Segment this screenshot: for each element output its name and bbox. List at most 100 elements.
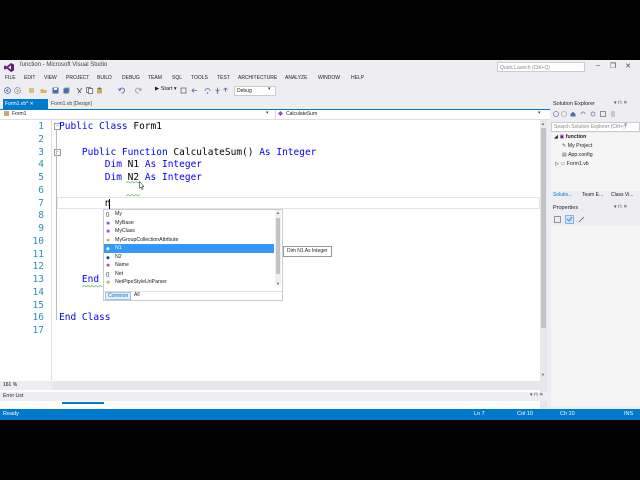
text-cursor [109, 199, 110, 209]
editor-horizontal-scrollbar[interactable] [52, 381, 540, 390]
status-line: Ln 7 [474, 411, 485, 417]
menu-analyze[interactable]: ANALYZE [285, 75, 307, 81]
tree-item-project[interactable]: ◢ ▣ function [554, 134, 586, 140]
status-char: Ch 10 [560, 411, 575, 417]
scroll-up-icon[interactable]: ▲ [276, 210, 280, 215]
completion-item[interactable]: ✱ MyBase [104, 219, 274, 228]
start-debugging-button[interactable]: ▶ Start ▾ [155, 86, 177, 92]
undo-icon[interactable] [118, 87, 125, 94]
tab-class-view[interactable]: Class Vi... [611, 192, 633, 198]
menu-window[interactable]: WINDOW [318, 75, 340, 81]
step-into-icon[interactable] [214, 87, 221, 94]
tab-form1-vb[interactable]: Form1.vb* ✕ [3, 99, 48, 109]
step-out-icon[interactable] [222, 87, 229, 94]
back-icon[interactable] [553, 111, 559, 117]
intellisense-scroll-thumb[interactable] [276, 218, 280, 274]
code-line: n [59, 198, 111, 209]
error-list-title: Error List [0, 392, 550, 401]
new-project-icon[interactable] [28, 87, 35, 94]
code-keyword: Dim [104, 159, 122, 170]
line-number: 16 [32, 312, 44, 323]
completion-item[interactable]: ✱ MyClass [104, 227, 274, 236]
menu-view[interactable]: VIEW [44, 75, 57, 81]
search-icon[interactable]: ⌕ [624, 122, 627, 129]
completion-item-selected[interactable]: ◆ N1 [104, 244, 274, 253]
minimize-button[interactable]: – [592, 62, 604, 69]
zoom-level[interactable]: 161 % [0, 381, 53, 390]
menu-tools[interactable]: TOOLS [191, 75, 208, 81]
completion-item[interactable]: ◆ N2 [104, 253, 274, 262]
scroll-down-icon[interactable]: ▼ [276, 281, 280, 286]
step-over-icon[interactable] [204, 87, 211, 94]
code-line: Dim N1 As Integer [59, 159, 202, 170]
pin-icon[interactable]: ▾ ⊓ ✕ [530, 392, 543, 398]
tab-solution-explorer[interactable]: Solutio... [553, 192, 572, 198]
paste-icon[interactable] [96, 87, 103, 94]
menu-debug[interactable]: DEBUG [122, 75, 140, 81]
maximize-button[interactable]: ❐ [607, 62, 619, 70]
menu-architecture[interactable]: ARCHITECTURE [238, 75, 277, 81]
cut-icon[interactable] [76, 87, 83, 94]
menu-test[interactable]: TEST [217, 75, 230, 81]
code-keyword: Public Class [59, 121, 128, 132]
editor-scroll-thumb[interactable] [541, 128, 546, 328]
completion-item[interactable]: ✱ MyGroupCollectionAttribute [104, 236, 274, 245]
categorized-icon[interactable] [554, 216, 561, 223]
menu-build[interactable]: BUILD [97, 75, 112, 81]
completion-item[interactable]: {} Net [104, 270, 274, 279]
menu-file[interactable]: FILE [5, 75, 16, 81]
attach-icon[interactable] [180, 87, 187, 94]
quick-launch-input[interactable]: Quick Launch (Ctrl+Q) [497, 62, 585, 72]
scroll-down-icon[interactable]: ▼ [541, 372, 545, 377]
forward-icon[interactable] [14, 87, 21, 94]
menu-help[interactable]: HELP [351, 75, 364, 81]
tab-common[interactable]: Common [105, 292, 132, 300]
member-chevron-down-icon[interactable]: ▾ [538, 110, 541, 116]
scroll-up-icon[interactable]: ▲ [541, 121, 545, 126]
class-dropdown[interactable]: Form1 [2, 110, 272, 119]
class-chevron-down-icon[interactable]: ▾ [266, 110, 269, 116]
tab-form1-design[interactable]: Form1.vb [Design] [51, 99, 92, 109]
tree-item-my-project[interactable]: ✎ My Project [562, 143, 592, 149]
code-keyword: End Class [59, 312, 111, 323]
save-all-icon[interactable] [63, 87, 70, 94]
line-number: 8 [38, 210, 44, 221]
open-file-icon[interactable] [40, 87, 47, 94]
property-pages-icon[interactable] [578, 216, 585, 223]
menu-sql[interactable]: SQL [172, 75, 182, 81]
redo-icon[interactable] [135, 87, 142, 94]
sync-icon[interactable] [580, 111, 586, 117]
code-token: Form1 [127, 121, 162, 132]
copy-icon[interactable] [86, 87, 93, 94]
tab-team-explorer[interactable]: Team E... [582, 192, 603, 198]
properties-icon[interactable] [610, 111, 616, 117]
completion-item[interactable]: ✱ NetPipeStyleUriParser [104, 278, 274, 287]
collapse-all-icon[interactable] [600, 111, 606, 117]
alphabetical-icon[interactable] [565, 215, 574, 224]
completion-item[interactable]: ✱ Name [104, 261, 274, 270]
forward-icon[interactable] [561, 111, 567, 117]
code-keyword: As Integer [144, 159, 203, 170]
config-chevron-down-icon[interactable]: ▾ [268, 86, 271, 92]
menu-edit[interactable]: EDIT [24, 75, 35, 81]
member-dropdown[interactable]: CalculateSum [275, 110, 545, 119]
menu-project[interactable]: PROJECT [66, 75, 89, 81]
home-icon[interactable] [570, 111, 576, 117]
tree-item-app-config[interactable]: ▤ App.config [562, 152, 593, 158]
completion-item[interactable]: {} My [104, 210, 274, 219]
nav-backward-icon[interactable] [191, 87, 198, 94]
pin-icon[interactable]: ▾ ⊓ ✕ [614, 204, 627, 210]
code-keyword: End [81, 274, 100, 285]
refresh-icon[interactable] [590, 111, 596, 117]
tab-all[interactable]: All [134, 292, 140, 298]
close-button[interactable]: ✕ [622, 62, 634, 70]
warning-squiggle [126, 194, 140, 197]
visual-studio-window: function - Microsoft Visual Studio Quick… [0, 60, 640, 420]
pin-icon[interactable]: ▾ ⊓ ✕ [614, 100, 627, 106]
save-icon[interactable] [52, 87, 59, 94]
menu-team[interactable]: TEAM [148, 75, 162, 81]
tree-item-form1[interactable]: ▷ ▭ Form1.vb [555, 161, 589, 167]
back-icon[interactable] [4, 87, 11, 94]
